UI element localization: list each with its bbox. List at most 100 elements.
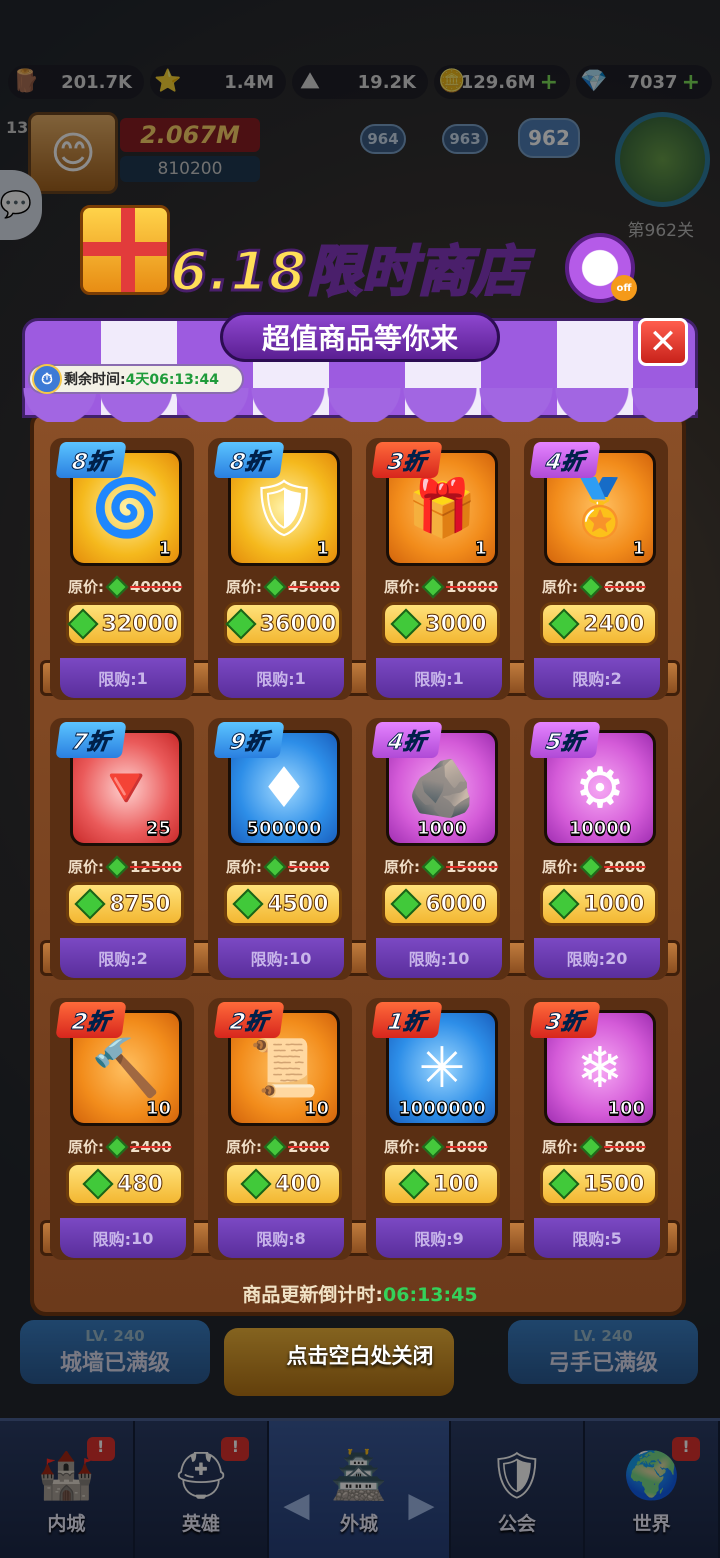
original-price-label: 原价: xyxy=(68,578,104,596)
price-value: 400 xyxy=(275,1171,322,1197)
original-price-value: 5000 xyxy=(288,857,330,876)
purchase-limit: 限购: 10 xyxy=(60,1218,186,1258)
purchase-limit: 限购: 8 xyxy=(218,1218,344,1258)
limit-label: 限购: xyxy=(408,950,448,969)
item-quantity: 1 xyxy=(474,538,487,560)
price-value: 100 xyxy=(433,1171,480,1197)
price-value: 480 xyxy=(117,1171,164,1197)
shop-item-gold-armor-bundle: 🛡 1 8折 原价: 45000 36000 限购: 1 xyxy=(202,430,358,710)
limit-value: 8 xyxy=(294,1228,306,1248)
purchase-limit: 限购: 1 xyxy=(218,658,344,698)
gem-icon xyxy=(548,1168,580,1200)
gem-icon xyxy=(421,855,445,878)
limit-label: 限购: xyxy=(572,670,611,689)
buy-button[interactable]: 36000 xyxy=(224,602,342,646)
discount-tag: 8折 xyxy=(213,442,285,478)
star-chest-icon: 🎁 xyxy=(407,476,477,541)
limit-label: 限购: xyxy=(572,1230,611,1249)
original-price-value: 40000 xyxy=(130,577,183,596)
discount-tag: 3折 xyxy=(371,442,443,478)
buy-button[interactable]: 480 xyxy=(66,1162,184,1206)
purchase-limit: 限购: 1 xyxy=(376,658,502,698)
shop-item-hammer: 🔨 10 2折 原价: 2400 480 限购: 10 xyxy=(44,990,200,1270)
discount-tag: 3折 xyxy=(529,1002,601,1038)
original-price: 原价: 12500 xyxy=(68,855,183,878)
close-button[interactable]: ✕ xyxy=(638,318,688,366)
shop-item-crystal-shards: ❄ 100 3折 原价: 5000 1500 限购: 5 xyxy=(518,990,674,1270)
original-price-label: 原价: xyxy=(68,1138,104,1156)
purchase-limit: 限购: 2 xyxy=(60,938,186,978)
original-price-value: 10000 xyxy=(446,577,499,596)
limit-label: 限购: xyxy=(414,1230,453,1249)
original-price-value: 6000 xyxy=(604,577,646,596)
buy-button[interactable]: 1500 xyxy=(540,1162,658,1206)
exp-stone-icon: ✳ xyxy=(418,1035,466,1101)
gem-icon xyxy=(421,575,445,598)
refresh-countdown-label: 商品更新倒计时: xyxy=(242,1284,384,1306)
discount-tag: 4折 xyxy=(371,722,443,758)
buy-button[interactable]: 1000 xyxy=(540,882,658,926)
gem-icon xyxy=(579,1135,603,1158)
buy-button[interactable]: 3000 xyxy=(382,602,500,646)
limit-label: 限购: xyxy=(414,670,453,689)
gold-armor-bundle-icon: 🛡 xyxy=(248,476,320,541)
item-quantity: 100 xyxy=(607,1098,646,1120)
gem-icon xyxy=(579,575,603,598)
limit-label: 限购: xyxy=(256,670,295,689)
buy-button[interactable]: 100 xyxy=(382,1162,500,1206)
original-price: 原价: 2400 xyxy=(68,1135,172,1158)
buy-button[interactable]: 6000 xyxy=(382,882,500,926)
original-price-label: 原价: xyxy=(226,858,262,876)
buy-button[interactable]: 8750 xyxy=(66,882,184,926)
original-price: 原价: 1000 xyxy=(384,1135,488,1158)
tornado-scroll-icon: 🌀 xyxy=(91,476,161,541)
limit-value: 1 xyxy=(452,668,464,688)
buy-button[interactable]: 2400 xyxy=(540,602,658,646)
hammer-icon: 🔨 xyxy=(91,1036,161,1101)
purchase-limit: 限购: 10 xyxy=(376,938,502,978)
limit-label: 限购: xyxy=(98,670,137,689)
original-price-value: 12500 xyxy=(130,857,183,876)
limit-value: 10 xyxy=(447,948,470,968)
price-value: 32000 xyxy=(101,611,179,637)
buy-button[interactable]: 32000 xyxy=(66,602,184,646)
shop-item-crown-scroll: 📜 10 2折 原价: 2000 400 限购: 8 xyxy=(202,990,358,1270)
original-price-value: 1000 xyxy=(446,1137,488,1156)
price-value: 8750 xyxy=(109,891,171,917)
original-price: 原价: 5000 xyxy=(542,1135,646,1158)
original-price-value: 45000 xyxy=(288,577,341,596)
limit-label: 限购: xyxy=(566,950,606,969)
buy-button[interactable]: 400 xyxy=(224,1162,342,1206)
item-quantity: 10 xyxy=(303,1098,329,1120)
refresh-countdown: 商品更新倒计时:06:13:45 xyxy=(0,1280,720,1307)
limit-value: 20 xyxy=(605,948,628,968)
gem-icon xyxy=(263,575,287,598)
original-price: 原价: 45000 xyxy=(226,575,341,598)
limit-value: 1 xyxy=(136,668,148,688)
original-price-label: 原价: xyxy=(384,1138,420,1156)
off-badge: off xyxy=(611,275,637,301)
shop-title: 6.18限时商店 xyxy=(169,239,528,305)
buy-button[interactable]: 4500 xyxy=(224,882,342,926)
original-price-label: 原价: xyxy=(542,1138,578,1156)
gem-icon xyxy=(548,608,580,640)
price-value: 2400 xyxy=(583,611,645,637)
iron-ore-icon: 🪨 xyxy=(407,756,477,821)
stopwatch-icon: ⏱ xyxy=(32,364,62,394)
original-price-value: 5000 xyxy=(604,1137,646,1156)
red-ruby-icon: 🔻 xyxy=(91,756,161,821)
alarm-clock-icon: off xyxy=(565,233,637,303)
original-price-value: 2000 xyxy=(604,857,646,876)
gem-icon xyxy=(579,855,603,878)
original-price-label: 原价: xyxy=(542,858,578,876)
price-value: 6000 xyxy=(425,891,487,917)
purchase-limit: 限购: 10 xyxy=(218,938,344,978)
item-quantity: 1000000 xyxy=(398,1098,487,1120)
original-price: 原价: 6000 xyxy=(542,575,646,598)
original-price-label: 原价: xyxy=(226,1138,262,1156)
close-icon: ✕ xyxy=(648,322,678,362)
discount-tag: 2折 xyxy=(55,1002,127,1038)
shop-subtitle: 超值商品等你来 xyxy=(220,312,500,362)
gem-icon xyxy=(105,1135,129,1158)
ruby-gem-icon: ♦ xyxy=(258,755,310,821)
